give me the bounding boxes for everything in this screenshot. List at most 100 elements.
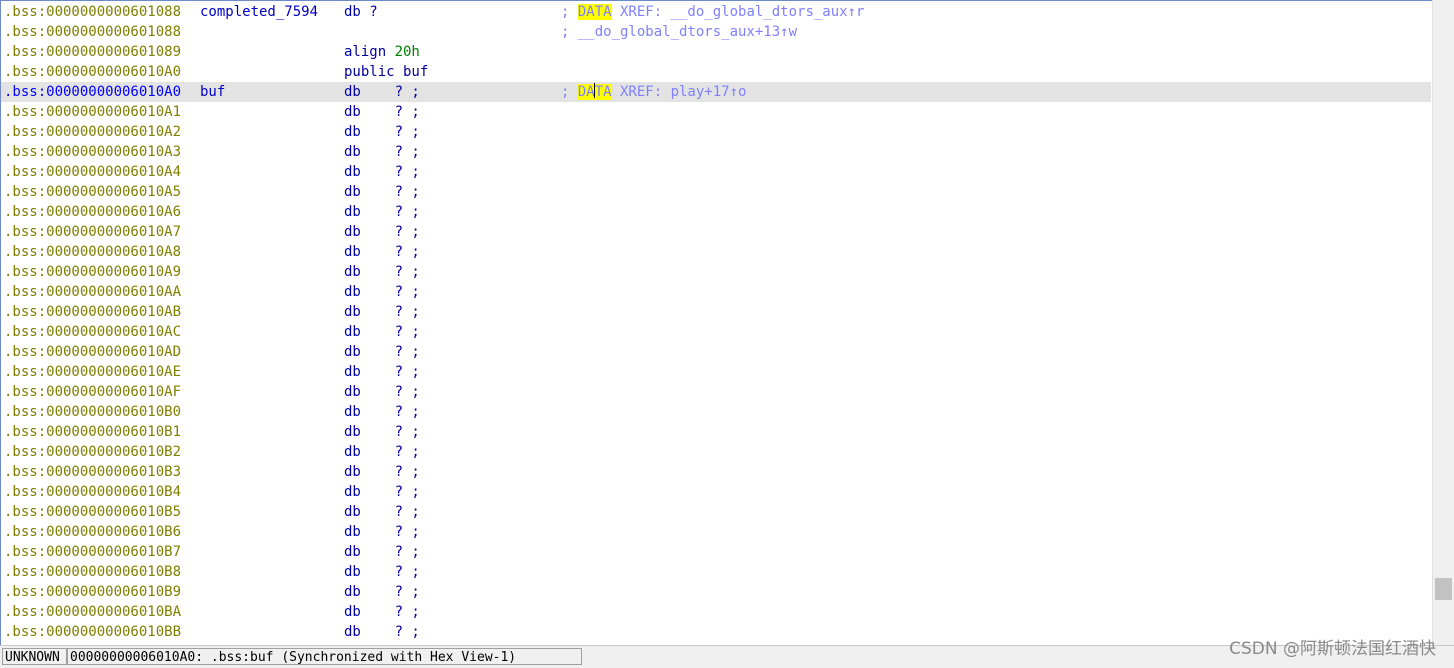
line-instruction[interactable]: db ? ; — [344, 602, 420, 622]
disassembly-view[interactable]: .bss:0000000000601088 completed_7594 db ?;… — [0, 0, 1432, 645]
disasm-line[interactable]: .bss:00000000006010A5 db ? ; — [1, 182, 1432, 202]
line-instruction[interactable]: db ? ; — [344, 82, 420, 102]
line-address[interactable]: .bss:00000000006010A0 — [4, 82, 181, 102]
disasm-line[interactable]: .bss:00000000006010B8 db ? ; — [1, 562, 1432, 582]
disasm-line[interactable]: .bss:00000000006010AB db ? ; — [1, 302, 1432, 322]
line-address[interactable]: .bss:00000000006010B5 — [4, 502, 181, 522]
scrollbar-thumb[interactable] — [1435, 577, 1452, 600]
disasm-line[interactable]: .bss:00000000006010A4 db ? ; — [1, 162, 1432, 182]
disasm-line[interactable]: .bss:00000000006010AA db ? ; — [1, 282, 1432, 302]
line-address[interactable]: .bss:00000000006010AA — [4, 282, 181, 302]
disasm-line[interactable]: .bss:00000000006010B0 db ? ; — [1, 402, 1432, 422]
disasm-line[interactable]: .bss:00000000006010B5 db ? ; — [1, 502, 1432, 522]
line-address[interactable]: .bss:00000000006010AD — [4, 342, 181, 362]
line-instruction[interactable]: db ? ; — [344, 562, 420, 582]
line-label[interactable]: buf — [200, 82, 225, 102]
disasm-line[interactable]: .bss:00000000006010A3 db ? ; — [1, 142, 1432, 162]
line-instruction[interactable]: db ? ; — [344, 102, 420, 122]
line-instruction[interactable]: db ? ; — [344, 382, 420, 402]
line-address[interactable]: .bss:00000000006010A9 — [4, 262, 181, 282]
line-address[interactable]: .bss:00000000006010A0 — [4, 62, 181, 82]
line-instruction[interactable]: db ? ; — [344, 142, 420, 162]
line-address[interactable]: .bss:00000000006010B3 — [4, 462, 181, 482]
line-address[interactable]: .bss:00000000006010B2 — [4, 442, 181, 462]
disasm-line[interactable]: .bss:00000000006010AD db ? ; — [1, 342, 1432, 362]
line-instruction[interactable]: db ? ; — [344, 522, 420, 542]
line-address[interactable]: .bss:00000000006010B6 — [4, 522, 181, 542]
line-instruction[interactable]: db ? ; — [344, 622, 420, 642]
line-address[interactable]: .bss:00000000006010B0 — [4, 402, 181, 422]
line-instruction[interactable]: db ? ; — [344, 242, 420, 262]
disasm-line[interactable]: .bss:00000000006010A2 db ? ; — [1, 122, 1432, 142]
line-comment[interactable]: ; DATA XREF: __do_global_dtors_aux↑r — [561, 2, 864, 22]
line-instruction[interactable]: db ? ; — [344, 322, 420, 342]
disasm-line[interactable]: .bss:00000000006010B6 db ? ; — [1, 522, 1432, 542]
line-address[interactable]: .bss:00000000006010A4 — [4, 162, 181, 182]
line-address[interactable]: .bss:00000000006010A3 — [4, 142, 181, 162]
line-address[interactable]: .bss:00000000006010A5 — [4, 182, 181, 202]
line-instruction[interactable]: db ? ; — [344, 462, 420, 482]
disasm-line[interactable]: .bss:00000000006010A7 db ? ; — [1, 222, 1432, 242]
line-address[interactable]: .bss:00000000006010B1 — [4, 422, 181, 442]
line-instruction[interactable]: db ? ; — [344, 122, 420, 142]
line-instruction[interactable]: db ? ; — [344, 502, 420, 522]
line-address[interactable]: .bss:00000000006010BA — [4, 602, 181, 622]
line-instruction[interactable]: db ? ; — [344, 582, 420, 602]
line-instruction[interactable]: db ? ; — [344, 202, 420, 222]
vertical-scrollbar[interactable] — [1432, 0, 1454, 645]
line-address[interactable]: .bss:00000000006010BB — [4, 622, 181, 642]
disasm-line[interactable]: .bss:00000000006010B2 db ? ; — [1, 442, 1432, 462]
line-instruction[interactable]: db ? ; — [344, 442, 420, 462]
line-address[interactable]: .bss:00000000006010B4 — [4, 482, 181, 502]
line-instruction[interactable]: db ? ; — [344, 362, 420, 382]
disasm-line[interactable]: .bss:0000000000601089 align 20h — [1, 42, 1432, 62]
line-instruction[interactable]: db ? ; — [344, 162, 420, 182]
disasm-line[interactable]: .bss:0000000000601088 ; __do_global_dtors… — [1, 22, 1432, 42]
line-address[interactable]: .bss:0000000000601088 — [4, 2, 181, 22]
line-instruction[interactable]: public buf — [344, 62, 428, 82]
line-instruction[interactable]: db ? ; — [344, 262, 420, 282]
line-instruction[interactable]: db ? ; — [344, 222, 420, 242]
disasm-line[interactable]: .bss:00000000006010AC db ? ; — [1, 322, 1432, 342]
disasm-line[interactable]: .bss:00000000006010A6 db ? ; — [1, 202, 1432, 222]
line-address[interactable]: .bss:00000000006010A1 — [4, 102, 181, 122]
line-instruction[interactable]: db ? ; — [344, 402, 420, 422]
line-address[interactable]: .bss:00000000006010A7 — [4, 222, 181, 242]
line-instruction[interactable]: db ? ; — [344, 302, 420, 322]
line-address[interactable]: .bss:00000000006010B9 — [4, 582, 181, 602]
line-comment[interactable]: ; DATA XREF: play+17↑o — [561, 82, 746, 102]
line-address[interactable]: .bss:00000000006010AB — [4, 302, 181, 322]
line-address[interactable]: .bss:0000000000601089 — [4, 42, 181, 62]
line-comment[interactable]: ; __do_global_dtors_aux+13↑w — [561, 22, 797, 42]
disasm-line[interactable]: .bss:00000000006010AE db ? ; — [1, 362, 1432, 382]
line-address[interactable]: .bss:00000000006010B7 — [4, 542, 181, 562]
line-instruction[interactable]: db ? ; — [344, 422, 420, 442]
line-instruction[interactable]: db ? ; — [344, 482, 420, 502]
disasm-line[interactable]: .bss:00000000006010A0 public buf — [1, 62, 1432, 82]
disasm-line[interactable]: .bss:00000000006010AF db ? ; — [1, 382, 1432, 402]
line-address[interactable]: .bss:00000000006010AF — [4, 382, 181, 402]
line-instruction[interactable]: db ? ; — [344, 542, 420, 562]
line-address[interactable]: .bss:0000000000601088 — [4, 22, 181, 42]
disasm-line[interactable]: .bss:00000000006010B9 db ? ; — [1, 582, 1432, 602]
line-address[interactable]: .bss:00000000006010AE — [4, 362, 181, 382]
line-address[interactable]: .bss:00000000006010AC — [4, 322, 181, 342]
disasm-line[interactable]: .bss:00000000006010B3 db ? ; — [1, 462, 1432, 482]
line-instruction[interactable]: db ? — [344, 2, 378, 22]
disasm-line[interactable]: .bss:00000000006010B4 db ? ; — [1, 482, 1432, 502]
disasm-line[interactable]: .bss:00000000006010A9 db ? ; — [1, 262, 1432, 282]
line-instruction[interactable]: align 20h — [344, 42, 420, 62]
line-address[interactable]: .bss:00000000006010B8 — [4, 562, 181, 582]
line-instruction[interactable]: db ? ; — [344, 182, 420, 202]
disasm-line[interactable]: .bss:00000000006010BA db ? ; — [1, 602, 1432, 622]
line-address[interactable]: .bss:00000000006010A8 — [4, 242, 181, 262]
line-instruction[interactable]: db ? ; — [344, 342, 420, 362]
disasm-line[interactable]: .bss:00000000006010B1 db ? ; — [1, 422, 1432, 442]
selected-line[interactable]: .bss:00000000006010A0 buf db ? ; ; DATA XRE… — [1, 82, 1431, 102]
line-address[interactable]: .bss:00000000006010A6 — [4, 202, 181, 222]
disasm-line[interactable]: .bss:00000000006010BB db ? ; — [1, 622, 1432, 642]
line-instruction[interactable]: db ? ; — [344, 282, 420, 302]
disasm-line[interactable]: .bss:00000000006010A1 db ? ; — [1, 102, 1432, 122]
disasm-line[interactable]: .bss:0000000000601088 completed_7594 db ?;… — [1, 2, 1432, 22]
disasm-line[interactable]: .bss:00000000006010B7 db ? ; — [1, 542, 1432, 562]
